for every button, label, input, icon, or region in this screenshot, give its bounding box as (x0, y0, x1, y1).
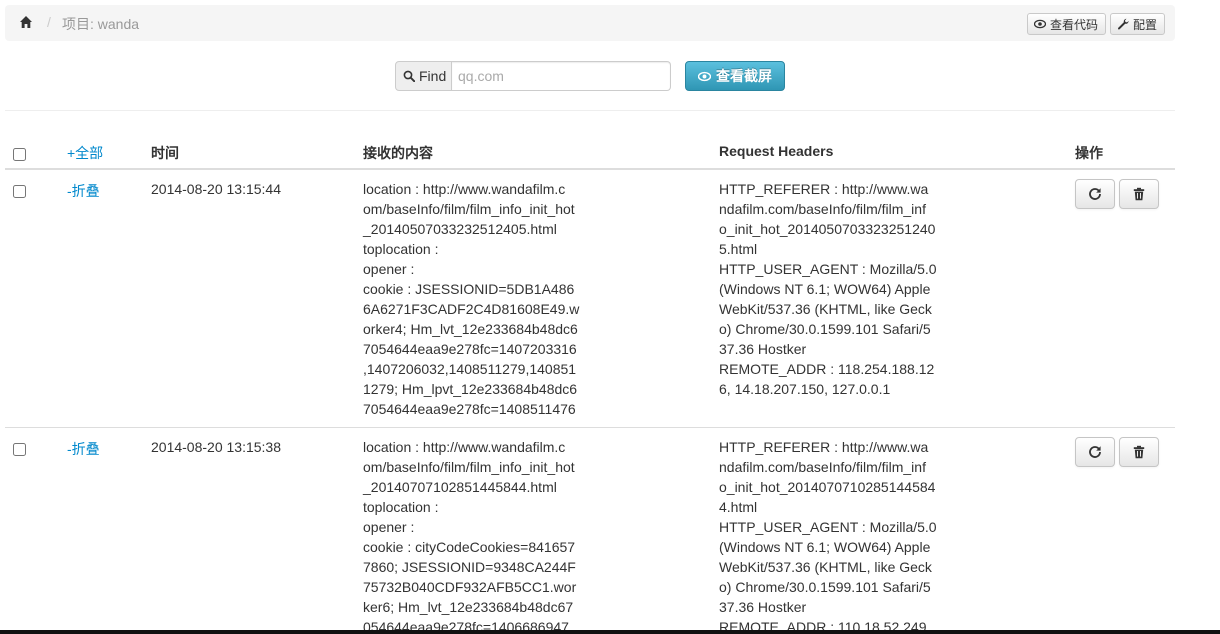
delete-button[interactable] (1119, 179, 1159, 209)
config-button[interactable]: 配置 (1110, 13, 1165, 35)
eye-icon (698, 71, 711, 81)
config-label: 配置 (1133, 17, 1158, 32)
column-header-actions: 操作 (1075, 145, 1103, 161)
text-line: location : http://www.wandafilm.c (363, 181, 566, 197)
request-headers: HTTP_REFERER : http://www.wa ndafilm.com/… (719, 437, 937, 634)
text-line: WebKit/537.36 (KHTML, like Geck (719, 301, 932, 317)
text-line: o_init_hot_2014070710285144584 (719, 479, 936, 495)
text-line: HTTP_REFERER : http://www.wa (719, 439, 929, 455)
column-header-request-headers: Request Headers (719, 143, 834, 159)
row-checkbox[interactable] (13, 185, 26, 198)
text-line: o) Chrome/30.0.1599.101 Safari/5 (719, 579, 931, 595)
column-header-time: 时间 (151, 145, 179, 161)
row-time: 2014-08-20 13:15:44 (151, 181, 281, 197)
text-line: (Windows NT 6.1; WOW64) Apple (719, 539, 931, 555)
text-line: 6A6271F3CADF2C4D81608E49.w (363, 301, 580, 317)
breadcrumb-project: 项目: wanda (62, 16, 140, 32)
trash-icon (1133, 445, 1145, 459)
text-line: o_init_hot_2014050703323251240 (719, 221, 936, 237)
text-line: opener : (363, 261, 415, 277)
text-line: 7054644eaa9e278fc=1408511476 (363, 401, 576, 417)
text-line: o) Chrome/30.0.1599.101 Safari/5 (719, 321, 931, 337)
home-icon[interactable] (19, 15, 33, 29)
find-addon: Find (395, 61, 452, 91)
select-all-checkbox[interactable] (13, 148, 26, 161)
page: / 项目: wanda 查看代码 配置 Find qq.com 查看截屏 +全部… (0, 0, 1220, 634)
text-line: HTTP_USER_AGENT : Mozilla/5.0 (719, 261, 937, 277)
view-screenshot-label: 查看截屏 (716, 68, 772, 84)
text-line: _20140507033232512405.html (363, 221, 557, 237)
trash-icon (1133, 187, 1145, 201)
text-line: REMOTE_ADDR : 118.254.188.12 (719, 361, 935, 377)
collapse-link[interactable]: -折叠 (67, 181, 100, 201)
text-line: 7860; JSESSIONID=9348CA244F (363, 559, 576, 575)
row-checkbox[interactable] (13, 443, 26, 456)
find-label: Find (419, 68, 447, 84)
text-line: WebKit/537.36 (KHTML, like Geck (719, 559, 932, 575)
refresh-button[interactable] (1075, 179, 1115, 209)
column-header-content: 接收的内容 (363, 145, 433, 161)
text-line: ndafilm.com/baseInfo/film/film_inf (719, 459, 926, 475)
text-line: ker6; Hm_lvt_12e233684b48dc67 (363, 599, 574, 615)
view-code-button[interactable]: 查看代码 (1027, 13, 1106, 35)
text-line: 6, 14.18.207.150, 127.0.0.1 (719, 381, 891, 397)
text-line: ,1407206032,1408511279,140851 (363, 361, 577, 377)
refresh-icon (1089, 188, 1101, 200)
text-line: om/baseInfo/film/film_info_init_hot (363, 459, 575, 475)
text-line: opener : (363, 519, 415, 535)
table-row: -折叠 2014-08-20 13:15:38 location : http:… (5, 427, 1175, 634)
view-code-label: 查看代码 (1050, 17, 1099, 32)
breadcrumb-separator: / (47, 14, 51, 30)
wrench-icon (1118, 18, 1129, 30)
text-line: 5.html (719, 241, 758, 257)
text-line: 4.html (719, 499, 758, 515)
text-line: HTTP_REFERER : http://www.wa (719, 181, 929, 197)
text-line: cookie : JSESSIONID=5DB1A486 (363, 281, 575, 297)
text-line: 37.36 Hostker (719, 599, 807, 615)
text-line: toplocation : (363, 241, 439, 257)
breadcrumb: / 项目: wanda 查看代码 配置 (5, 5, 1175, 41)
received-content: location : http://www.wandafilm.c om/base… (363, 179, 579, 419)
search-group: Find (395, 61, 671, 91)
refresh-icon (1089, 446, 1101, 458)
text-line: _20140707102851445844.html (363, 479, 557, 495)
eye-icon (1034, 19, 1046, 29)
text-line: 37.36 Hostker (719, 341, 807, 357)
window-bottom-edge (0, 630, 1220, 634)
text-line: ndafilm.com/baseInfo/film/film_inf (719, 201, 926, 217)
text-line: (Windows NT 6.1; WOW64) Apple (719, 281, 931, 297)
text-line: 7054644eaa9e278fc=1407203316 (363, 341, 577, 357)
row-time: 2014-08-20 13:15:38 (151, 439, 281, 455)
text-line: om/baseInfo/film/film_info_init_hot (363, 201, 575, 217)
request-headers: HTTP_REFERER : http://www.wa ndafilm.com/… (719, 179, 937, 399)
text-line: orker4; Hm_lvt_12e233684b48dc6 (363, 321, 578, 337)
search-icon (403, 70, 415, 82)
table-header: +全部 时间 接收的内容 Request Headers 操作 (5, 111, 1175, 170)
search-input[interactable] (452, 61, 671, 91)
refresh-button[interactable] (1075, 437, 1115, 467)
text-line: cookie : cityCodeCookies=841657 (363, 539, 576, 555)
text-line: location : http://www.wandafilm.c (363, 439, 566, 455)
table-row: -折叠 2014-08-20 13:15:44 location : http:… (5, 170, 1175, 427)
text-line: HTTP_USER_AGENT : Mozilla/5.0 (719, 519, 937, 535)
expand-all-link[interactable]: +全部 (67, 143, 103, 163)
text-line: toplocation : (363, 499, 439, 515)
text-line: 75732B040CDF932AFB5CC1.wor (363, 579, 577, 595)
text-line: 1279; Hm_lpvt_12e233684b48dc6 (363, 381, 578, 397)
received-content: location : http://www.wandafilm.c om/base… (363, 437, 576, 634)
view-screenshot-button[interactable]: 查看截屏 (685, 61, 785, 91)
delete-button[interactable] (1119, 437, 1159, 467)
collapse-link[interactable]: -折叠 (67, 439, 100, 459)
